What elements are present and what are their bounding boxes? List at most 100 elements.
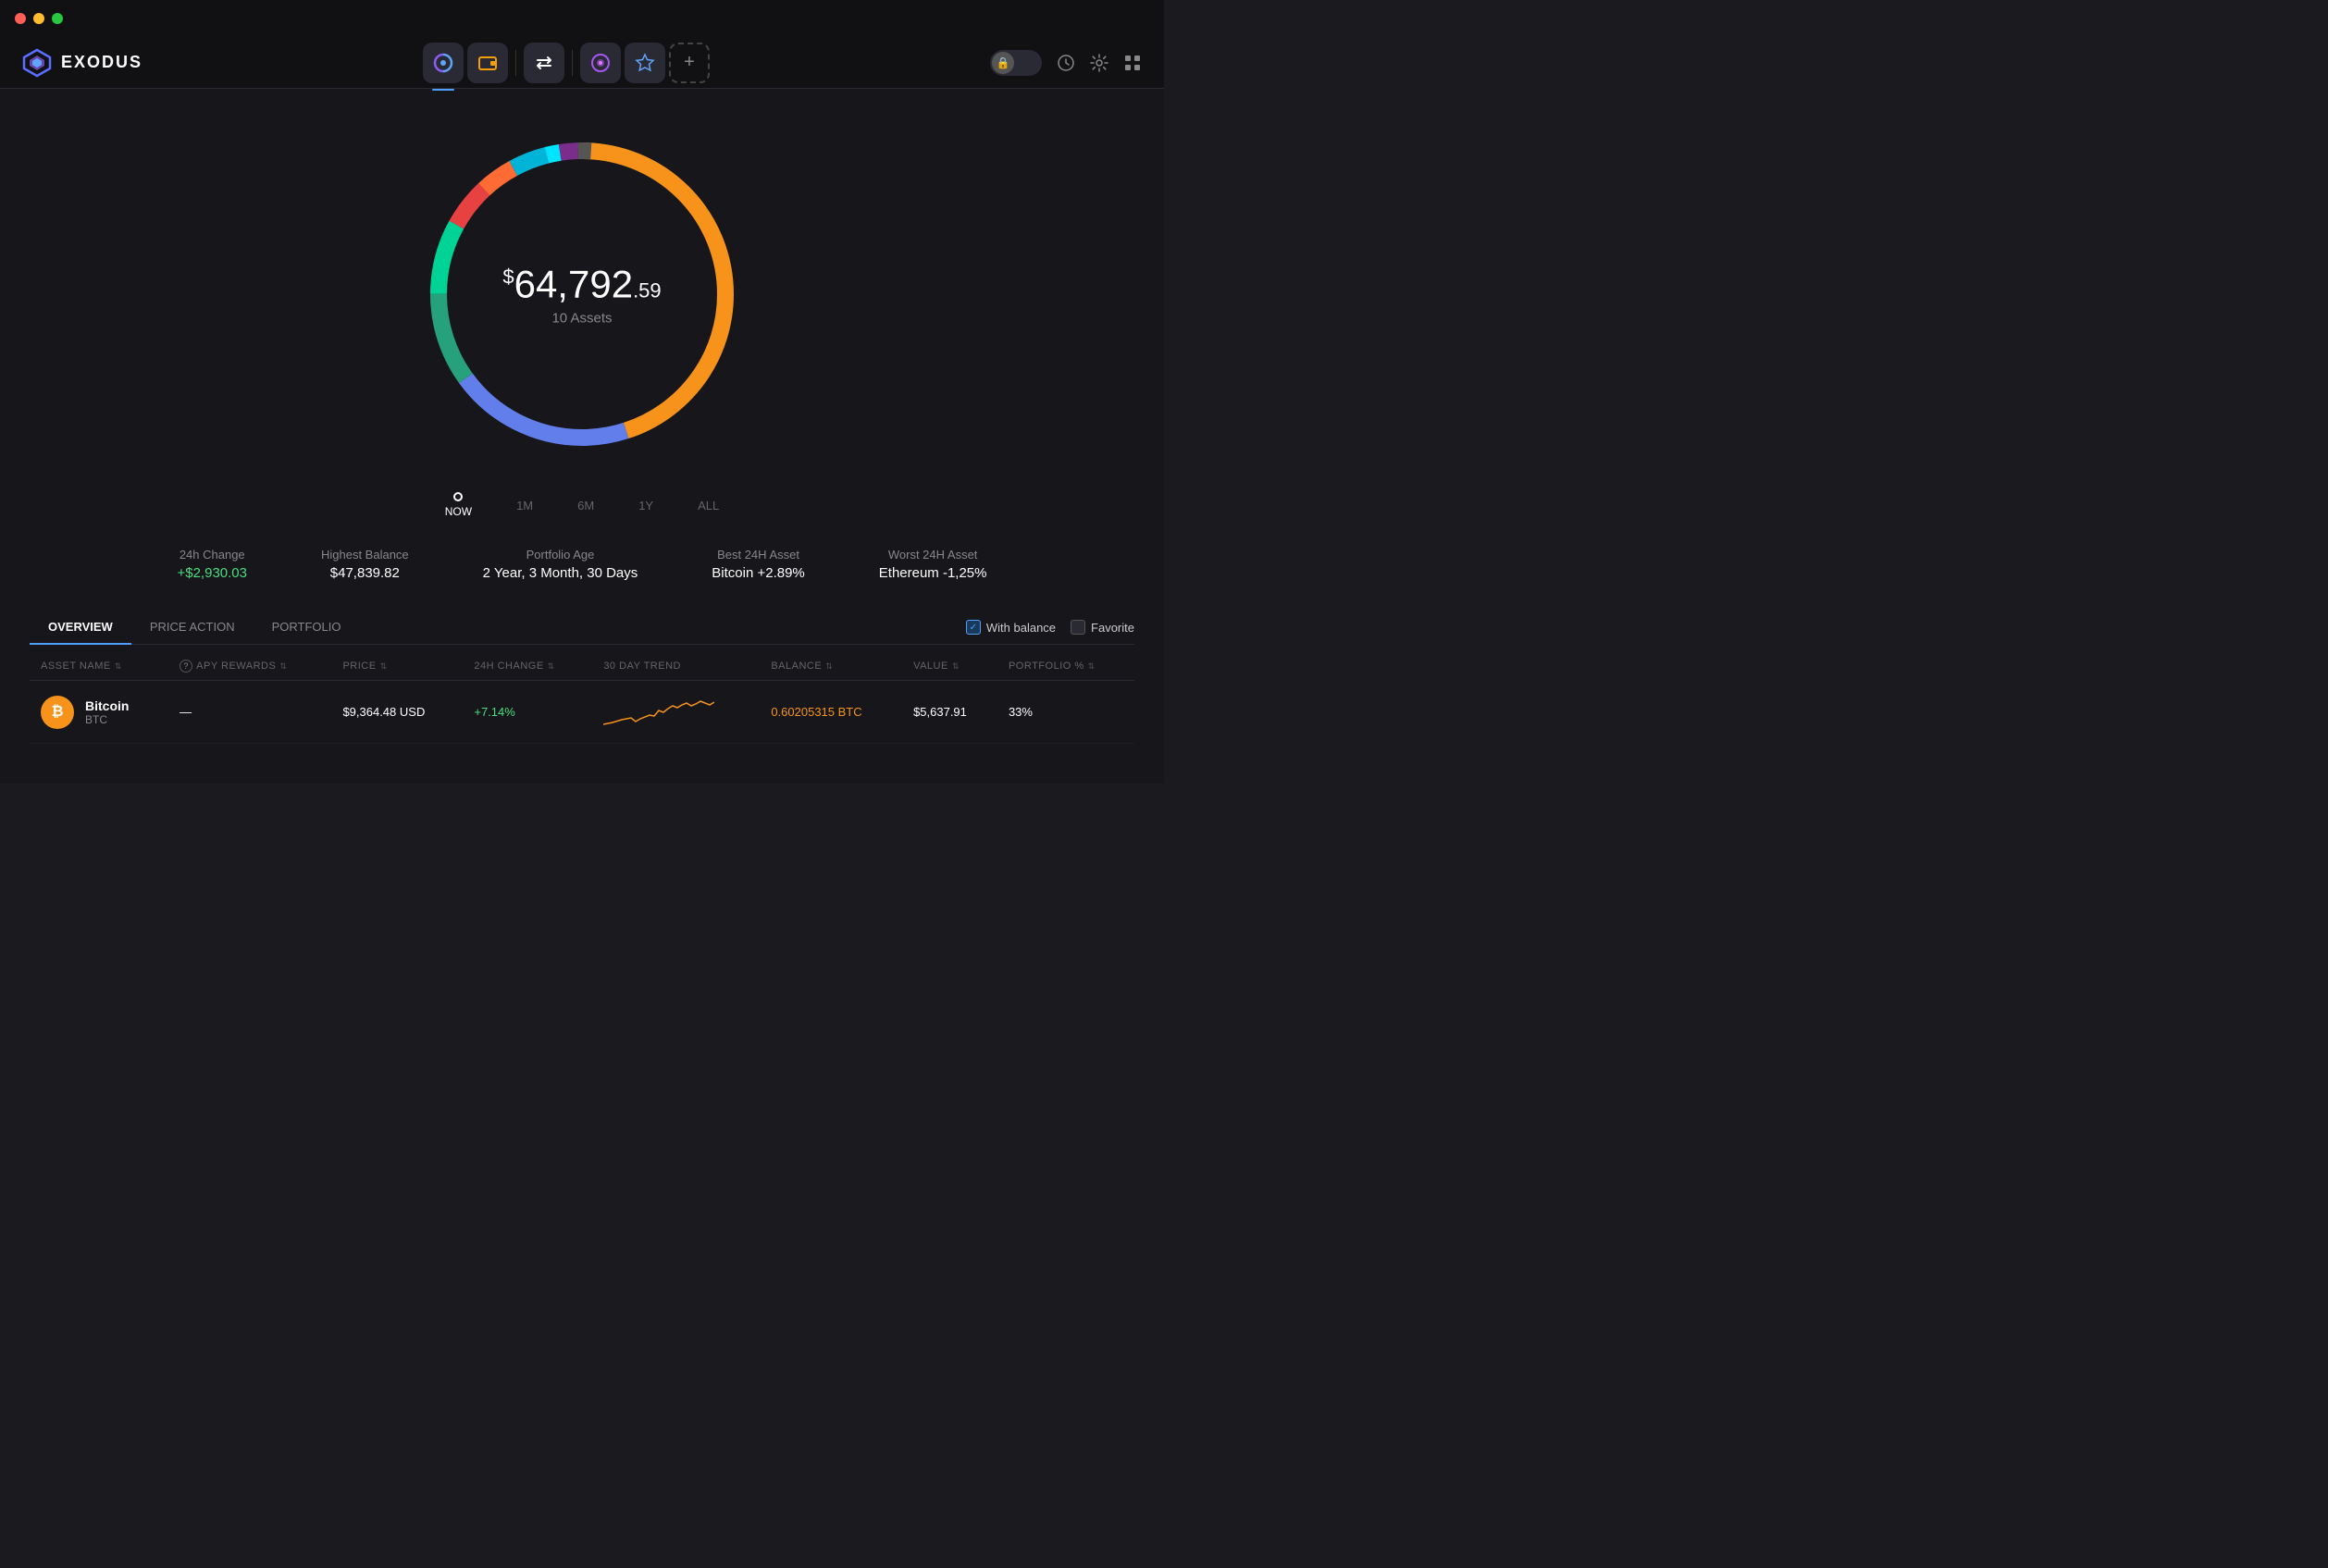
timeline-item-6m[interactable]: 6M [577, 499, 594, 512]
th-portfolio-pct: PORTFOLIO % ⇅ [997, 652, 1134, 681]
td-24h-change: +7.14% [463, 681, 592, 744]
stat-24h-change: 24h Change +$2,930.03 [177, 548, 247, 581]
nav-add-button[interactable]: + [669, 43, 710, 83]
filter-favorite[interactable]: Favorite [1071, 620, 1134, 635]
nav-tab-earn[interactable] [625, 43, 665, 83]
sort-balance[interactable]: BALANCE ⇅ [771, 661, 833, 672]
filter-with-balance[interactable]: ✓ With balance [966, 620, 1056, 635]
stat-label-best: Best 24H Asset [712, 548, 804, 562]
td-trend [592, 681, 760, 744]
stat-value-best: Bitcoin +2.89% [712, 565, 804, 581]
table-section: OVERVIEW PRICE ACTION PORTFOLIO ✓ With b… [0, 611, 1164, 744]
exodus-logo-icon [22, 48, 52, 78]
th-30-day-trend: 30 DAY TREND [592, 652, 760, 681]
nav-tab-web3[interactable] [580, 43, 621, 83]
sort-icon-apy: ⇅ [279, 661, 287, 672]
stat-value-highest: $47,839.82 [321, 565, 409, 581]
stat-worst-asset: Worst 24H Asset Ethereum -1,25% [879, 548, 987, 581]
stat-value-24h: +$2,930.03 [177, 565, 247, 581]
table-row[interactable]: ₿ Bitcoin BTC — $9,364.48 USD +7.14% [30, 681, 1134, 744]
timeline-dot [453, 492, 463, 501]
timeline-item-1y[interactable]: 1Y [638, 499, 653, 512]
filter-favorite-label: Favorite [1091, 621, 1134, 635]
close-button[interactable] [15, 13, 26, 24]
td-apy: — [168, 681, 331, 744]
wallet-icon [477, 53, 498, 73]
th-apy-rewards: ? APY REWARDS ⇅ [168, 652, 331, 681]
timeline-item-1m[interactable]: 1M [516, 499, 533, 512]
stat-value-age: 2 Year, 3 Month, 30 Days [483, 565, 638, 581]
nav-tab-portfolio[interactable] [423, 43, 464, 83]
td-value: $5,637.91 [902, 681, 997, 744]
th-24h-change: 24H CHANGE ⇅ [463, 652, 592, 681]
asset-table: ASSET NAME ⇅ ? APY REWARDS ⇅ PRICE ⇅ [30, 652, 1134, 744]
with-balance-checkbox[interactable]: ✓ [966, 620, 981, 635]
asset-count: 10 Assets [502, 311, 661, 327]
sort-portfolio-pct[interactable]: PORTFOLIO % ⇅ [1009, 661, 1096, 672]
web3-icon [590, 53, 611, 73]
table-header-row: ASSET NAME ⇅ ? APY REWARDS ⇅ PRICE ⇅ [30, 652, 1134, 681]
tab-overview[interactable]: OVERVIEW [30, 611, 131, 645]
nav-tab-wallet[interactable] [467, 43, 508, 83]
plus-icon: + [684, 52, 695, 73]
timeline-item-all[interactable]: ALL [698, 499, 719, 512]
nav-center: + [142, 43, 990, 83]
settings-button[interactable] [1090, 54, 1108, 72]
nav-right: 🔒 [990, 50, 1142, 76]
stats-row: 24h Change +$2,930.03 Highest Balance $4… [132, 548, 1031, 581]
history-icon [1057, 54, 1075, 72]
asset-symbol-text: BTC [85, 713, 129, 726]
nav-separator-2 [572, 50, 573, 76]
settings-icon [1090, 54, 1108, 72]
minimize-button[interactable] [33, 13, 44, 24]
sort-value[interactable]: VALUE ⇅ [913, 661, 960, 672]
logo: EXODUS [22, 48, 142, 78]
stat-label-worst: Worst 24H Asset [879, 548, 987, 562]
sort-icon-change: ⇅ [548, 661, 555, 672]
nav-separator-1 [515, 50, 516, 76]
currency-symbol: $ [502, 265, 514, 289]
th-price: PRICE ⇅ [331, 652, 463, 681]
sort-icon-asset: ⇅ [115, 661, 122, 672]
btc-icon: ₿ [41, 696, 74, 729]
tab-portfolio[interactable]: PORTFOLIO [254, 611, 360, 645]
chart-section: $64,792.59 10 Assets NOW 1M 6M 1Y ALL 24… [0, 89, 1164, 581]
timeline-item-now[interactable]: NOW [445, 492, 472, 518]
sort-price[interactable]: PRICE ⇅ [342, 661, 387, 672]
th-balance: BALANCE ⇅ [760, 652, 902, 681]
header: EXODUS [0, 37, 1164, 89]
sort-apy-rewards[interactable]: ? APY REWARDS ⇅ [180, 660, 287, 673]
stat-label-highest: Highest Balance [321, 548, 409, 562]
portfolio-value: $64,792.59 [502, 263, 661, 307]
sort-24h-change[interactable]: 24H CHANGE ⇅ [474, 661, 554, 672]
lock-toggle[interactable]: 🔒 [990, 50, 1042, 76]
asset-name-cell: ₿ Bitcoin BTC [41, 696, 157, 729]
table-body: ₿ Bitcoin BTC — $9,364.48 USD +7.14% [30, 681, 1134, 744]
portfolio-icon [433, 53, 453, 73]
table-filters: ✓ With balance Favorite [966, 620, 1134, 635]
favorite-checkbox[interactable] [1071, 620, 1085, 635]
sort-icon-value: ⇅ [952, 661, 960, 672]
sort-icon-balance: ⇅ [825, 661, 833, 672]
asset-name-info: Bitcoin BTC [85, 698, 129, 726]
help-icon[interactable]: ? [180, 660, 192, 673]
filter-with-balance-label: With balance [986, 621, 1056, 635]
change-value: +7.14% [474, 705, 514, 719]
app-title: EXODUS [61, 53, 142, 72]
apps-button[interactable] [1123, 54, 1142, 72]
donut-chart: $64,792.59 10 Assets [406, 118, 758, 470]
th-asset-name: ASSET NAME ⇅ [30, 652, 168, 681]
history-button[interactable] [1057, 54, 1075, 72]
donut-center: $64,792.59 10 Assets [502, 263, 661, 327]
tab-price-action[interactable]: PRICE ACTION [131, 611, 254, 645]
th-value: VALUE ⇅ [902, 652, 997, 681]
sort-icon-portfolio: ⇅ [1088, 661, 1096, 672]
sparkline-chart [603, 692, 714, 729]
sort-icon-price: ⇅ [380, 661, 388, 672]
stat-portfolio-age: Portfolio Age 2 Year, 3 Month, 30 Days [483, 548, 638, 581]
maximize-button[interactable] [52, 13, 63, 24]
stat-value-worst: Ethereum -1,25% [879, 565, 987, 581]
balance-value: 0.60205315 BTC [771, 705, 861, 719]
sort-asset-name[interactable]: ASSET NAME ⇅ [41, 661, 122, 672]
nav-tab-exchange[interactable] [524, 43, 564, 83]
